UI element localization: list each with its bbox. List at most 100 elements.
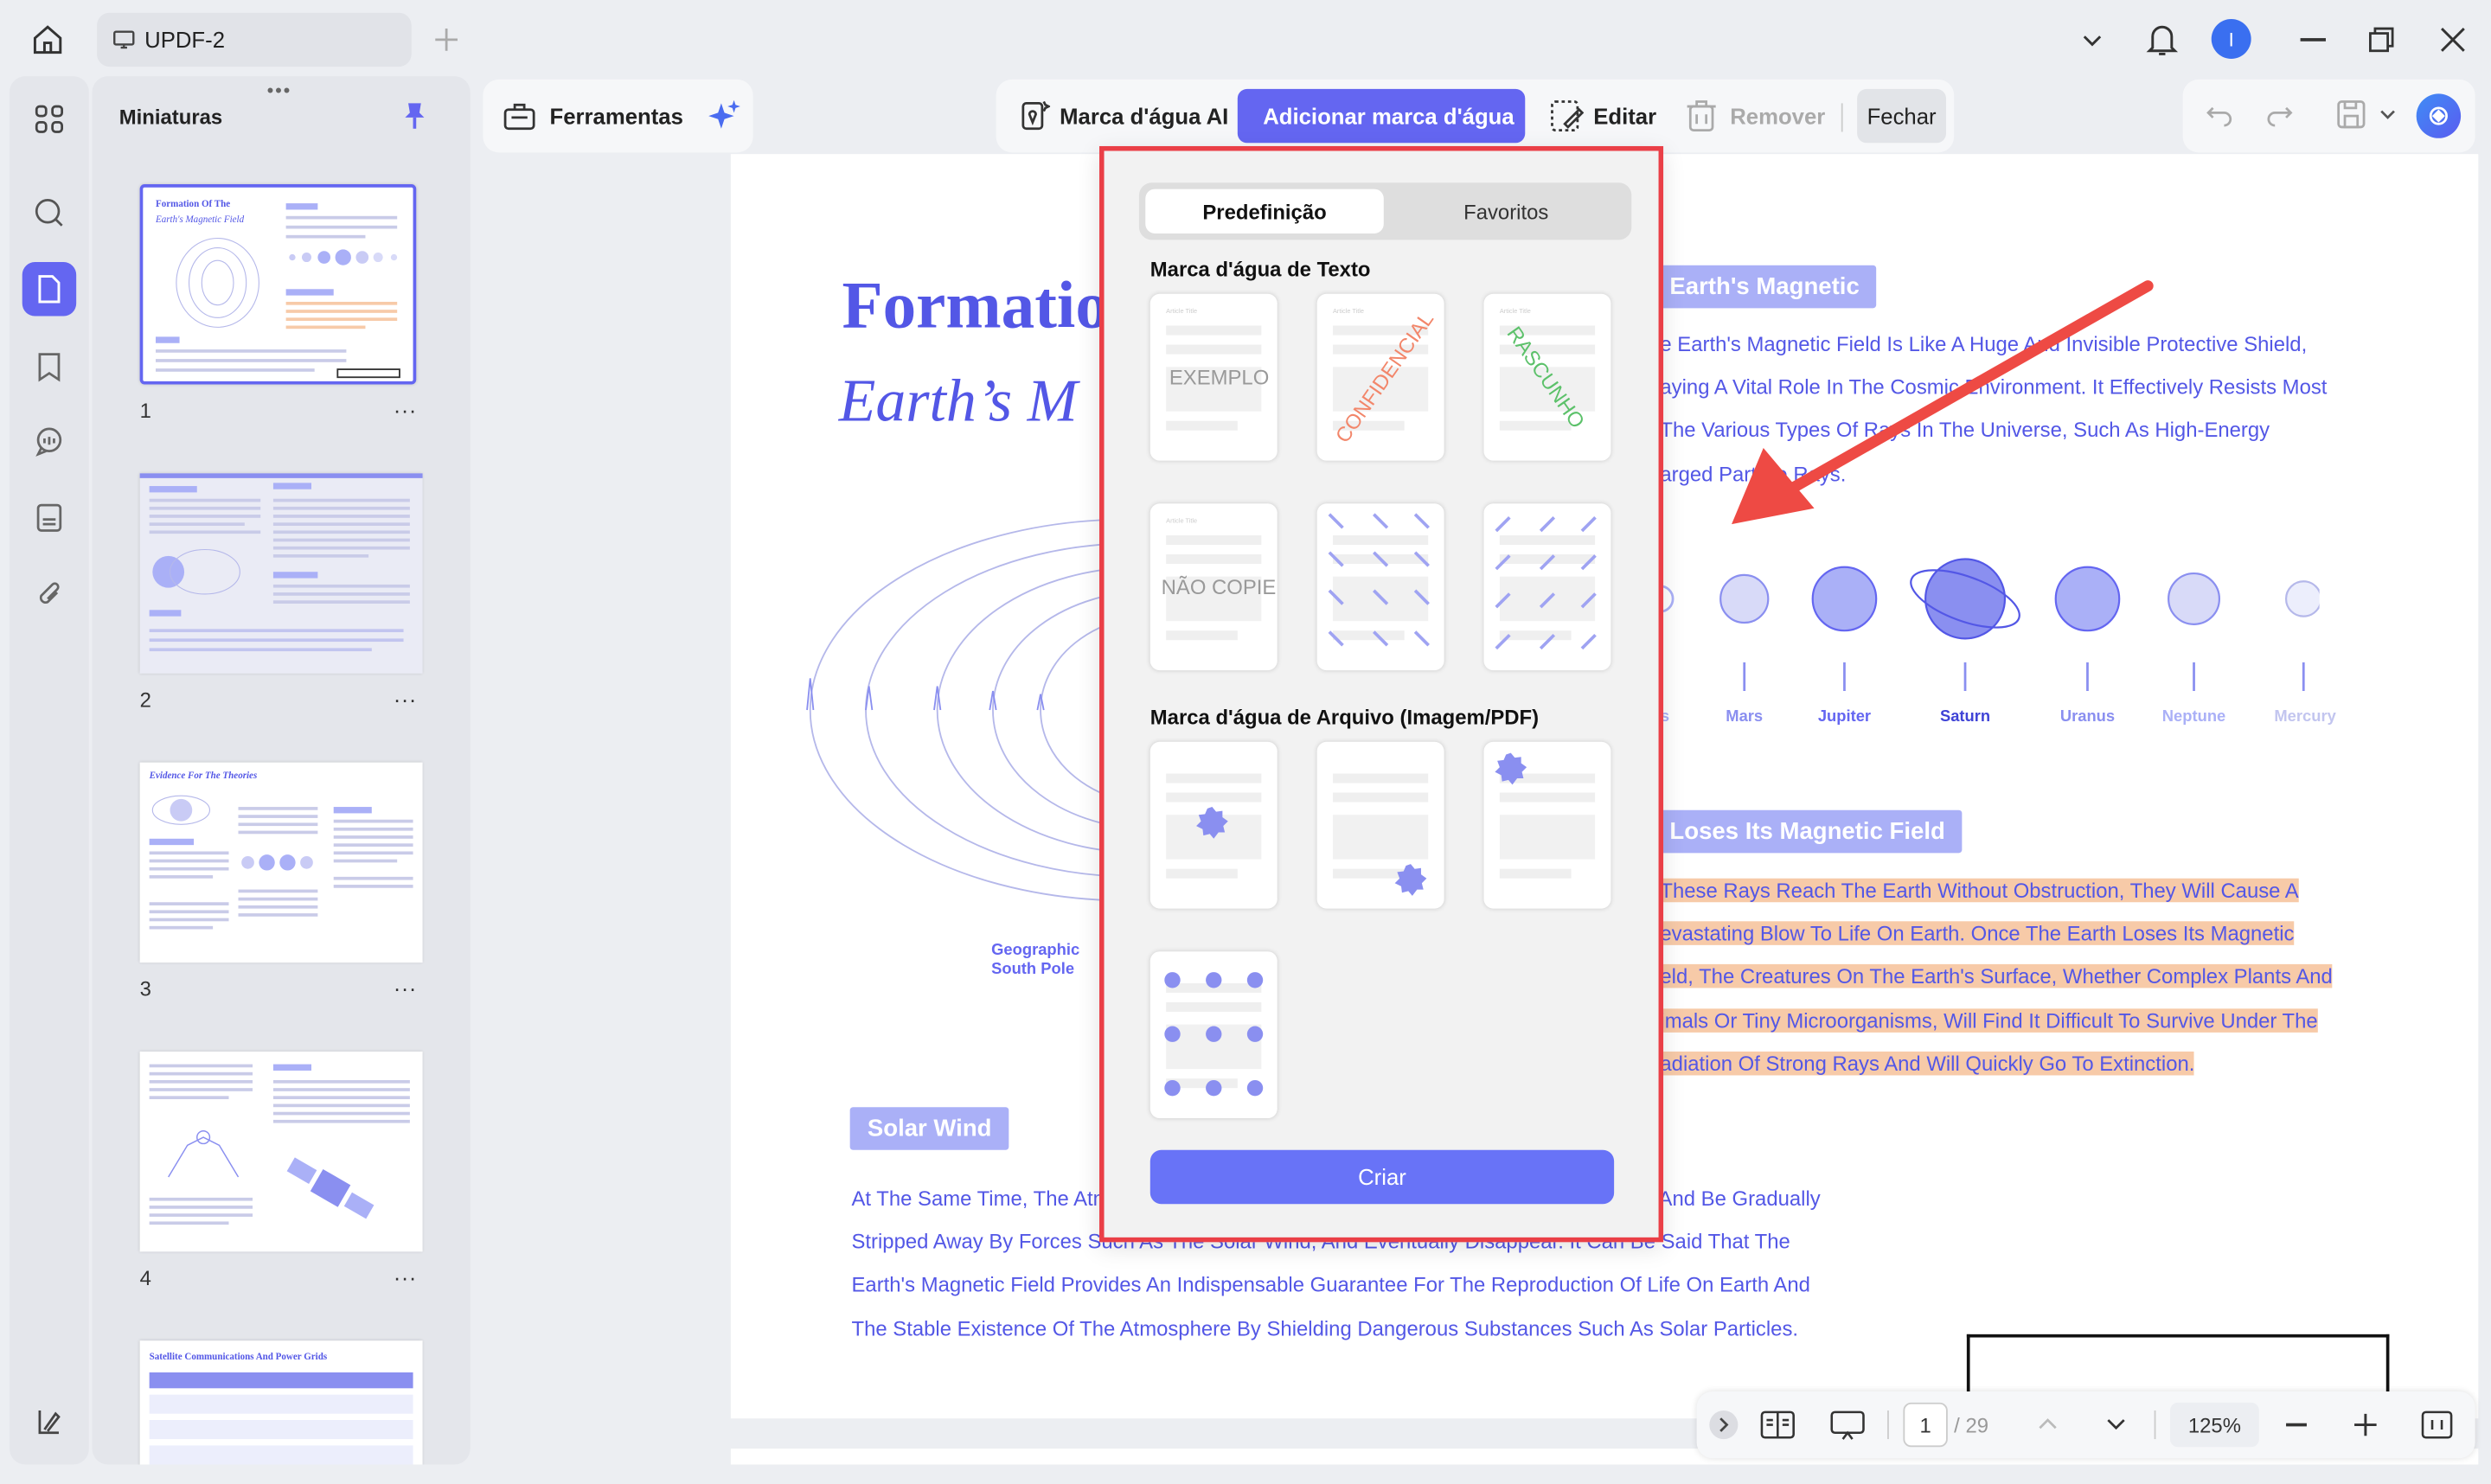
page-more-icon[interactable]: ...	[394, 1260, 418, 1285]
thumbnail-page-1[interactable]: Formation Of The Earth's Magnetic Field	[139, 184, 417, 385]
solar-line: The Stable Existence Of The Atmosphere B…	[851, 1315, 1799, 1340]
section2-line: adiation Of Strong Rays And Will Quickly…	[1660, 1051, 2195, 1076]
comment-icon[interactable]	[22, 414, 76, 468]
pin-icon[interactable]	[402, 100, 427, 132]
divider	[1841, 103, 1843, 132]
sidebar-toggle-icon[interactable]	[22, 1395, 76, 1449]
chevron-down-icon[interactable]	[2079, 27, 2104, 52]
toolbox-icon	[503, 103, 535, 131]
bookmark-icon[interactable]	[22, 340, 76, 393]
file-watermark-section-title: Marca d'água de Arquivo (Imagem/PDF)	[1149, 705, 1540, 730]
minimize-icon[interactable]	[2300, 38, 2326, 42]
left-rail	[10, 76, 89, 1465]
page-more-icon[interactable]: ...	[394, 393, 418, 418]
divider	[2154, 1410, 2156, 1440]
document-tab[interactable]: UPDF-2	[97, 12, 412, 67]
remove-button[interactable]: Remover	[1673, 89, 1838, 143]
solar-line: At The Same Time, The Atm	[851, 1187, 1111, 1211]
close-watermark-button[interactable]: Fechar	[1857, 88, 1946, 144]
tools-button[interactable]: Ferramentas	[550, 103, 683, 128]
page-more-icon[interactable]: ...	[394, 681, 418, 707]
search-icon[interactable]	[22, 186, 76, 240]
avatar[interactable]: I	[2211, 19, 2251, 59]
section-heading-solar-wind: Solar Wind	[849, 1107, 1009, 1150]
page-number: 2	[139, 688, 151, 712]
preset-card-image-bottom-right[interactable]	[1316, 741, 1444, 909]
edit-watermark-icon	[1551, 100, 1585, 131]
save-dropdown-icon[interactable]	[2379, 108, 2395, 121]
zoom-in-icon[interactable]	[2354, 1413, 2377, 1436]
apps-icon[interactable]	[22, 93, 76, 146]
attachment-icon[interactable]	[22, 567, 76, 621]
zoom-level[interactable]: 125%	[2169, 1402, 2259, 1448]
planet-label: Neptune	[2161, 708, 2226, 726]
page-number: 1	[139, 399, 151, 423]
preset-card-nao-copie[interactable]: Article Title NÃO COPIE	[1149, 503, 1278, 671]
preset-card-image-tiled[interactable]	[1149, 951, 1278, 1119]
save-icon[interactable]	[2335, 99, 2367, 131]
page-number-input[interactable]: 1	[1903, 1402, 1948, 1448]
doc-title-line-2: Earth’s M	[838, 368, 1078, 436]
redo-icon[interactable]	[2265, 102, 2294, 127]
ai-assistant-icon[interactable]	[2416, 93, 2462, 138]
fit-page-icon[interactable]	[2421, 1410, 2453, 1439]
preset-card-tiled-exemplo[interactable]	[1483, 503, 1611, 671]
preset-card-image-center[interactable]	[1149, 741, 1278, 909]
preset-card-image-top-left[interactable]	[1483, 741, 1611, 909]
preset-card-exemplo[interactable]: Article Title EXEMPLO	[1149, 293, 1278, 461]
section-heading-loses: Loses Its Magnetic Field	[1652, 809, 1963, 854]
drag-handle-icon[interactable]: •••	[267, 80, 292, 102]
tab-favorites[interactable]: Favoritos	[1386, 189, 1625, 233]
text-watermark-section-title: Marca d'água de Texto	[1149, 257, 1371, 282]
tab-title: UPDF-2	[144, 27, 226, 53]
thumbnail-page-2[interactable]	[139, 473, 423, 674]
new-tab-icon[interactable]	[432, 25, 461, 54]
create-button[interactable]: Criar	[1149, 1149, 1615, 1205]
planet-label: Saturn	[1939, 708, 1991, 726]
form-icon[interactable]	[22, 491, 76, 545]
thumbnail-page-3[interactable]: Evidence For The Theories	[139, 762, 423, 963]
presentation-icon[interactable]	[1830, 1410, 1865, 1442]
maximize-icon[interactable]	[2367, 25, 2396, 54]
preset-card-confidencial[interactable]: Article Title CONFIDENCIAL	[1316, 293, 1444, 461]
reading-mode-icon[interactable]	[1760, 1410, 1795, 1439]
undo-icon[interactable]	[2205, 102, 2233, 127]
badge-icon	[1495, 752, 1527, 785]
prev-page-icon[interactable]	[2037, 1416, 2059, 1431]
preset-card-tiled-rascunho[interactable]	[1316, 503, 1444, 671]
doc-title-line-1: Formatio	[842, 270, 1109, 343]
planet-label: Mercury	[2274, 708, 2336, 726]
solar-line: Earth's Magnetic Field Provides An Indis…	[851, 1272, 1810, 1297]
thumbnail-page-5-title: Satellite Communications And Power Grids	[149, 1353, 328, 1363]
tiled-watermark-pattern	[1495, 516, 1597, 650]
watermark-ai-button[interactable]: Marca d'água AI	[1006, 89, 1241, 143]
tiled-badge-pattern	[1164, 972, 1264, 1097]
zoom-out-icon[interactable]	[2286, 1423, 2307, 1427]
total-pages: / 29	[1954, 1412, 1989, 1437]
thumbnails-icon[interactable]	[22, 262, 77, 317]
preset-tabs: Predefinição Favoritos	[1138, 182, 1632, 240]
collapse-toggle-icon[interactable]	[1709, 1410, 1739, 1440]
section2-paragraph: These Rays Reach The Earth Without Obstr…	[1660, 869, 2333, 1085]
home-icon[interactable]	[30, 22, 65, 57]
close-icon[interactable]	[2438, 25, 2467, 54]
red-arrow-annotation	[1732, 280, 2154, 525]
tiled-watermark-pattern	[1328, 513, 1430, 647]
thumbnails-panel: ••• Miniaturas Formation Of The Earth's …	[92, 76, 471, 1465]
section2-line: These Rays Reach The Earth Without Obstr…	[1660, 878, 2299, 903]
badge-icon	[1394, 864, 1427, 896]
bell-icon[interactable]	[2146, 22, 2179, 57]
tab-preset[interactable]: Predefinição	[1145, 189, 1384, 233]
ai-sparkle-icon[interactable]	[706, 97, 744, 135]
solar-line-right: And Be Gradually	[1658, 1187, 1821, 1211]
preset-card-rascunho[interactable]: Article Title RASCUNHO	[1483, 293, 1611, 461]
page-more-icon[interactable]: ...	[394, 970, 418, 995]
add-watermark-button[interactable]: Adicionar marca d'água	[1237, 88, 1526, 144]
edit-button[interactable]: Editar	[1536, 89, 1669, 143]
thumbnail-page-5[interactable]: Satellite Communications And Power Grids	[139, 1340, 423, 1465]
next-page-icon[interactable]	[2105, 1417, 2128, 1432]
section2-line: imals Or Tiny Microorganisms, Will Find …	[1660, 1007, 2318, 1033]
planets-diagram	[1652, 558, 2320, 691]
watermark-ai-icon	[1021, 100, 1051, 131]
thumbnail-page-4[interactable]	[139, 1051, 423, 1252]
